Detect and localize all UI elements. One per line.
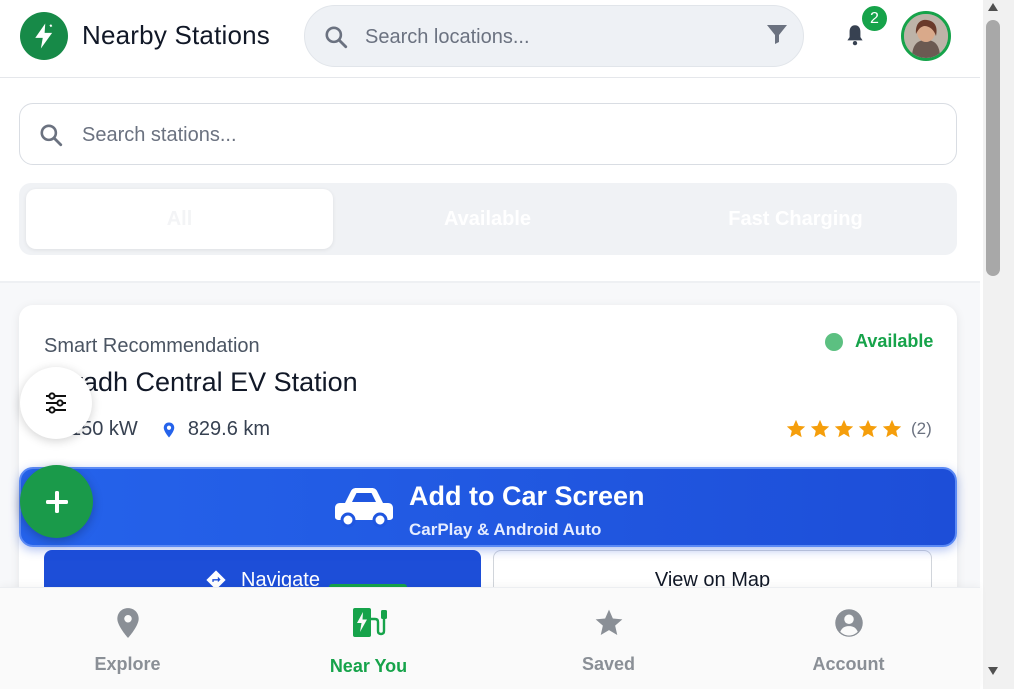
star-icon — [810, 419, 830, 438]
scroll-down-arrow-icon[interactable] — [986, 664, 1000, 678]
tab-available[interactable]: Available — [334, 189, 641, 249]
nav-near-you[interactable]: Near You — [246, 588, 491, 689]
station-card[interactable]: Smart Recommendation Available Riyadh Ce… — [19, 305, 957, 605]
status-dot-icon — [825, 332, 843, 351]
nav-label: Near You — [329, 656, 408, 676]
lightning-icon — [35, 23, 53, 49]
station-search-bar — [19, 103, 957, 165]
page-title: Nearby Stations — [82, 20, 270, 50]
sliders-icon — [46, 392, 66, 414]
app-header: Nearby Stations 2 — [0, 0, 980, 78]
search-icon — [323, 24, 349, 55]
filter-funnel-icon[interactable] — [765, 22, 789, 51]
station-name: Riyadh Central EV Station — [44, 367, 358, 397]
star-icon — [858, 419, 878, 438]
status-label: Available — [855, 331, 934, 351]
star-icon — [834, 419, 854, 438]
search-icon — [38, 122, 64, 153]
star-rating: (2) — [785, 418, 932, 440]
star-icon — [593, 606, 625, 640]
recommendation-tag: Smart Recommendation — [44, 335, 260, 357]
add-to-car-screen-button[interactable]: Add to Car Screen CarPlay & Android Auto — [19, 467, 957, 547]
star-icon — [882, 419, 902, 438]
plus-icon — [45, 490, 68, 513]
bottom-navigation: Explore Near You Saved Account — [0, 587, 980, 689]
add-fab[interactable] — [20, 465, 93, 538]
car-banner-title: Add to Car Screen — [409, 481, 645, 511]
location-pin-icon — [163, 422, 175, 437]
app-logo[interactable] — [20, 12, 68, 60]
filter-settings-fab[interactable] — [20, 367, 92, 439]
star-icon — [786, 419, 806, 438]
location-search-bar — [304, 5, 804, 67]
filter-tabs: All Available Fast Charging — [19, 183, 957, 255]
nav-label: Saved — [581, 654, 636, 674]
user-avatar[interactable] — [901, 11, 951, 61]
car-icon — [333, 485, 395, 534]
rating-count: (2) — [911, 419, 932, 438]
tab-all[interactable]: All — [26, 189, 333, 249]
nav-saved[interactable]: Saved — [486, 588, 731, 689]
status-badge: Available — [825, 331, 933, 352]
car-banner-subtitle: CarPlay & Android Auto — [409, 520, 602, 539]
user-circle-icon — [834, 606, 864, 640]
location-search-input[interactable] — [365, 20, 745, 54]
distance-value: 829.6 km — [187, 418, 271, 440]
nav-account[interactable]: Account — [726, 588, 971, 689]
nav-label: Account — [812, 654, 885, 674]
ev-charger-icon — [351, 606, 387, 640]
station-search-input[interactable] — [82, 118, 882, 152]
scrollbar-thumb[interactable] — [986, 20, 1000, 276]
tab-fast-charging[interactable]: Fast Charging — [642, 189, 949, 249]
nav-label: Explore — [94, 654, 161, 674]
nav-explore[interactable]: Explore — [5, 588, 250, 689]
map-pin-icon — [115, 606, 141, 640]
notification-badge: 2 — [860, 4, 889, 33]
avatar-photo-icon — [904, 14, 948, 58]
scroll-up-arrow-icon[interactable] — [986, 0, 1000, 14]
